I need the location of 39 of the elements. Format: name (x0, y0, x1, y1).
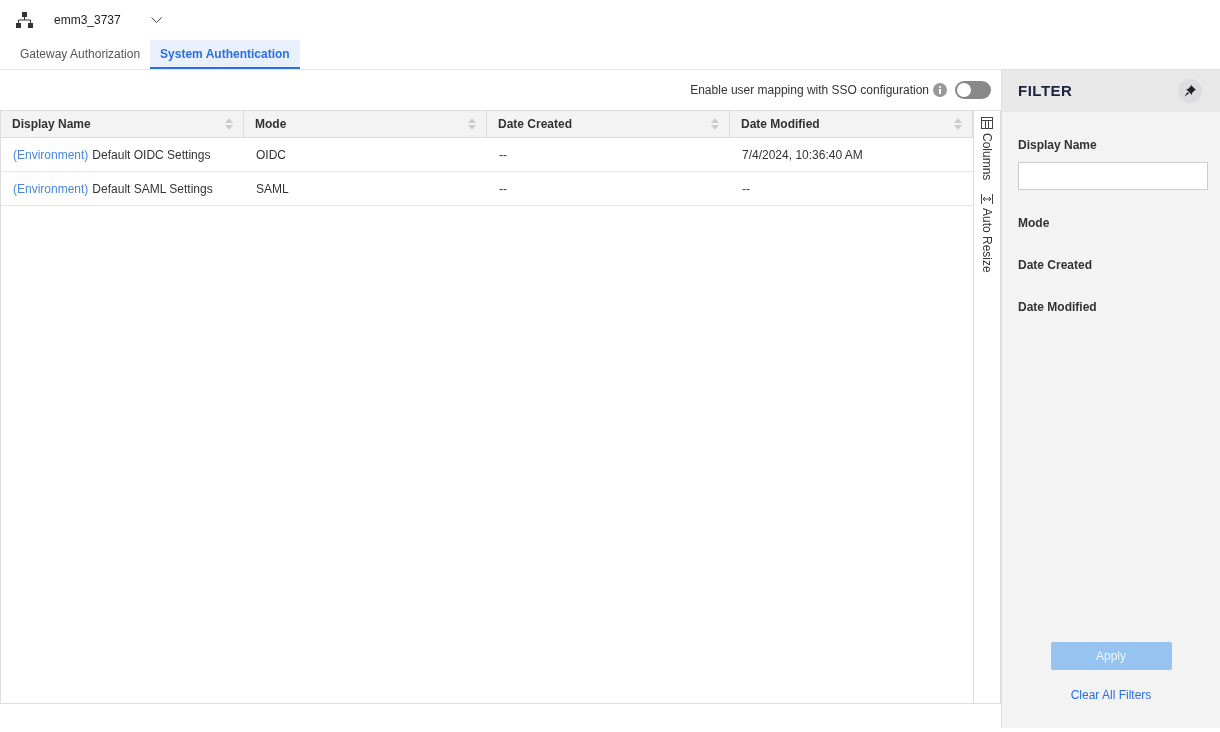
sort-icon[interactable] (225, 118, 233, 130)
input-field[interactable] (1018, 162, 1208, 190)
scope-label: (Environment) (13, 180, 89, 198)
sort-icon[interactable] (468, 118, 476, 130)
panel-title: FILTER (1018, 80, 1073, 101)
table-cell: OIDC (256, 147, 286, 162)
tab[interactable]: System Authentication (150, 40, 300, 69)
toggle-switch[interactable] (955, 81, 991, 99)
column-header[interactable]: Date Modified (741, 115, 820, 133)
table-cell: SAML (256, 181, 289, 196)
sort-icon[interactable] (954, 118, 962, 130)
table-cell-text: Default OIDC Settings (92, 146, 211, 164)
sso-mapping-label: Enable user mapping with SSO configuration (690, 82, 929, 99)
table-cell: -- (742, 181, 750, 196)
table-cell-text: Default SAML Settings (92, 180, 213, 198)
table-cell: -- (499, 147, 507, 162)
tab[interactable]: Gateway Authorization (10, 40, 151, 69)
sort-icon[interactable] (711, 118, 719, 130)
table-cell: -- (499, 181, 507, 196)
pin-button[interactable] (1178, 79, 1202, 103)
filter-label: Mode (1018, 215, 1051, 232)
environment-dropdown[interactable]: emm3_3737 (34, 11, 162, 29)
pin-icon (1184, 85, 1196, 97)
info-icon[interactable] (933, 83, 947, 97)
filter-label: Date Created (1018, 257, 1094, 274)
clear-filters-link[interactable]: Clear All Filters (1070, 686, 1152, 704)
table-cell: 7/4/2024, 10:36:40 AM (742, 147, 863, 162)
column-header[interactable]: Date Created (498, 115, 573, 133)
scope-label: (Environment) (13, 146, 89, 164)
columns-icon[interactable] (981, 117, 993, 129)
chevron-down-icon (150, 17, 162, 23)
filter-label: Date Modified (1018, 299, 1098, 316)
filter-label: Display Name (1018, 137, 1098, 154)
side-bar-tab[interactable]: Auto Resize (978, 208, 996, 274)
resize-icon[interactable] (981, 194, 993, 205)
side-bar-tab[interactable]: Columns (978, 133, 996, 181)
column-header[interactable]: Mode (255, 115, 287, 133)
network-icon (16, 12, 34, 28)
column-header[interactable]: Display Name (12, 115, 91, 133)
